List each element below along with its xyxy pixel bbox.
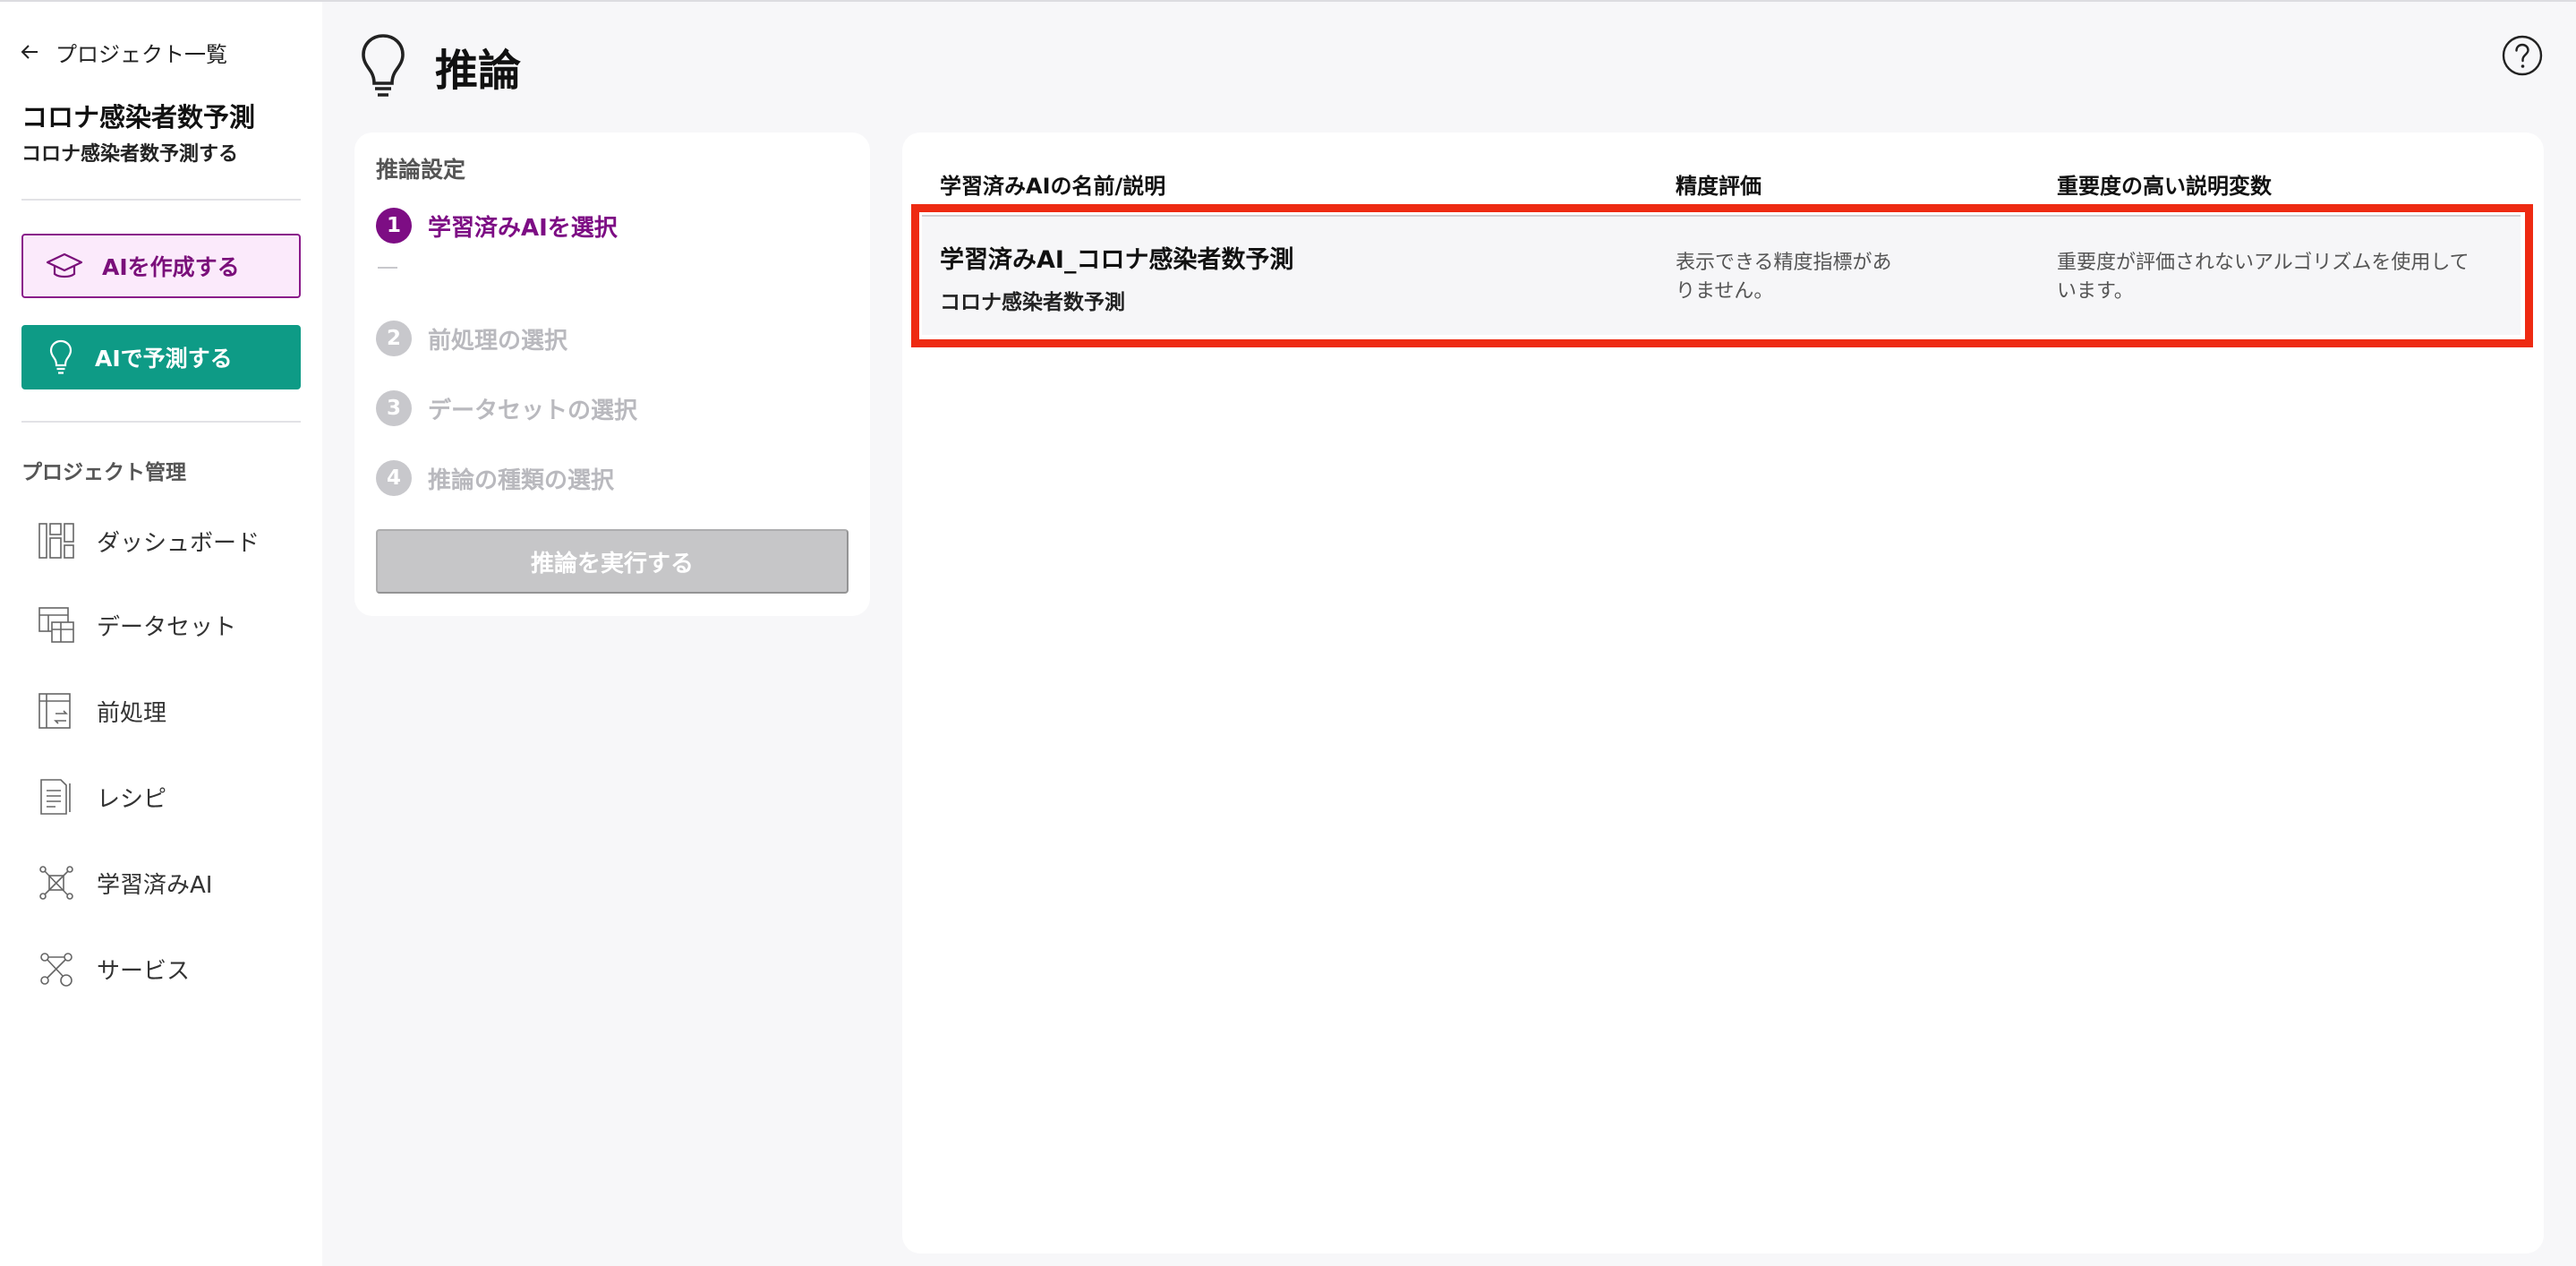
sidebar-item-dataset[interactable]: データセット [36, 598, 304, 652]
page-title: 推論 [435, 46, 522, 96]
inference-settings-panel: 推論設定 1 学習済みAIを選択 2 前処理の選択 3 データセットの選択 4 … [354, 133, 870, 616]
importance-cell: 重要度が評価されないアルゴリズムを使用して います。 [2057, 249, 2469, 306]
sidebar-item-service[interactable]: サービス [36, 942, 304, 996]
model-name: 学習済みAI_コロナ感染者数予測 [940, 246, 1294, 274]
sidebar-item-label: 学習済みAI [97, 871, 213, 899]
accuracy-cell: 表示できる精度指標があ りません。 [1676, 249, 1892, 306]
model-description: コロナ感染者数予測 [940, 291, 1125, 314]
project-description: コロナ感染者数予測する [21, 143, 239, 166]
project-management-label: プロジェクト管理 [21, 461, 186, 484]
trained-ai-icon [39, 866, 73, 900]
sidebar-item-label: データセット [97, 613, 237, 641]
step-label: データセットの選択 [428, 397, 638, 424]
back-link-label: プロジェクト一覧 [55, 41, 227, 67]
step-number: 3 [376, 390, 412, 426]
column-header-name: 学習済みAIの名前/説明 [940, 174, 1166, 199]
lightbulb-icon [49, 339, 73, 374]
recipe-icon [40, 779, 71, 815]
service-icon [40, 953, 73, 987]
graduation-cap-icon [46, 252, 83, 278]
sidebar-item-label: サービス [97, 957, 191, 985]
sidebar-divider [21, 421, 301, 423]
sidebar-item-label: レシピ [97, 785, 167, 813]
sidebar-item-recipe[interactable]: レシピ [36, 770, 304, 824]
column-header-importance: 重要度の高い説明変数 [2057, 174, 2272, 199]
step-number: 1 [376, 208, 412, 244]
step-label: 前処理の選択 [428, 327, 568, 355]
step-select-trained-ai[interactable]: 1 学習済みAIを選択 [376, 206, 618, 245]
step-select-preprocess: 2 前処理の選択 [376, 319, 567, 358]
accuracy-text-line: 表示できる精度指標があ [1676, 252, 1892, 274]
app-window: プロジェクト一覧 コロナ感染者数予測 コロナ感染者数予測する AIを作成する A… [0, 0, 2576, 1266]
trained-ai-list-panel: 学習済みAIの名前/説明 精度評価 重要度の高い説明変数 学習済みAI_コロナ感… [902, 133, 2544, 1253]
create-ai-label: AIを作成する [102, 254, 240, 280]
table-row[interactable]: 学習済みAI_コロナ感染者数予測 コロナ感染者数予測 表示できる精度指標があ り… [911, 204, 2533, 347]
importance-text-line: います。 [2057, 280, 2134, 303]
step-select-dataset: 3 データセットの選択 [376, 389, 637, 428]
step-select-inference-type: 4 推論の種類の選択 [376, 458, 614, 498]
run-inference-button[interactable]: 推論を実行する [376, 529, 849, 594]
predict-ai-label: AIで予測する [95, 346, 233, 372]
sidebar-item-preprocess[interactable]: 前処理 [36, 684, 304, 738]
sidebar-item-dashboard[interactable]: ダッシュボード [36, 514, 304, 568]
dataset-icon [38, 607, 74, 643]
predict-ai-button[interactable]: AIで予測する [21, 325, 301, 389]
lightbulb-icon [362, 34, 405, 97]
sidebar-item-label: ダッシュボード [97, 529, 260, 557]
step-connector [378, 267, 397, 269]
step-number: 2 [376, 321, 412, 356]
step-number: 4 [376, 460, 412, 496]
help-icon[interactable] [2501, 34, 2544, 77]
project-name: コロナ感染者数予測 [21, 102, 256, 133]
preprocess-icon [38, 693, 71, 729]
page-header: 推論 [358, 32, 521, 100]
importance-text-line: 重要度が評価されないアルゴリズムを使用して [2057, 252, 2469, 274]
settings-title: 推論設定 [376, 157, 466, 183]
sidebar: プロジェクト一覧 コロナ感染者数予測 コロナ感染者数予測する AIを作成する A… [0, 2, 322, 1266]
create-ai-button[interactable]: AIを作成する [21, 234, 301, 298]
back-to-projects-link[interactable]: プロジェクト一覧 [20, 34, 227, 70]
accuracy-text-line: りません。 [1676, 280, 1774, 303]
sidebar-item-label: 前処理 [97, 699, 167, 727]
sidebar-divider [21, 199, 301, 201]
column-header-accuracy: 精度評価 [1676, 174, 1761, 199]
step-label: 推論の種類の選択 [428, 466, 615, 494]
sidebar-item-trained-ai[interactable]: 学習済みAI [36, 856, 304, 910]
arrow-left-icon [21, 45, 38, 59]
step-label: 学習済みAIを選択 [428, 214, 618, 242]
dashboard-icon [38, 523, 74, 559]
